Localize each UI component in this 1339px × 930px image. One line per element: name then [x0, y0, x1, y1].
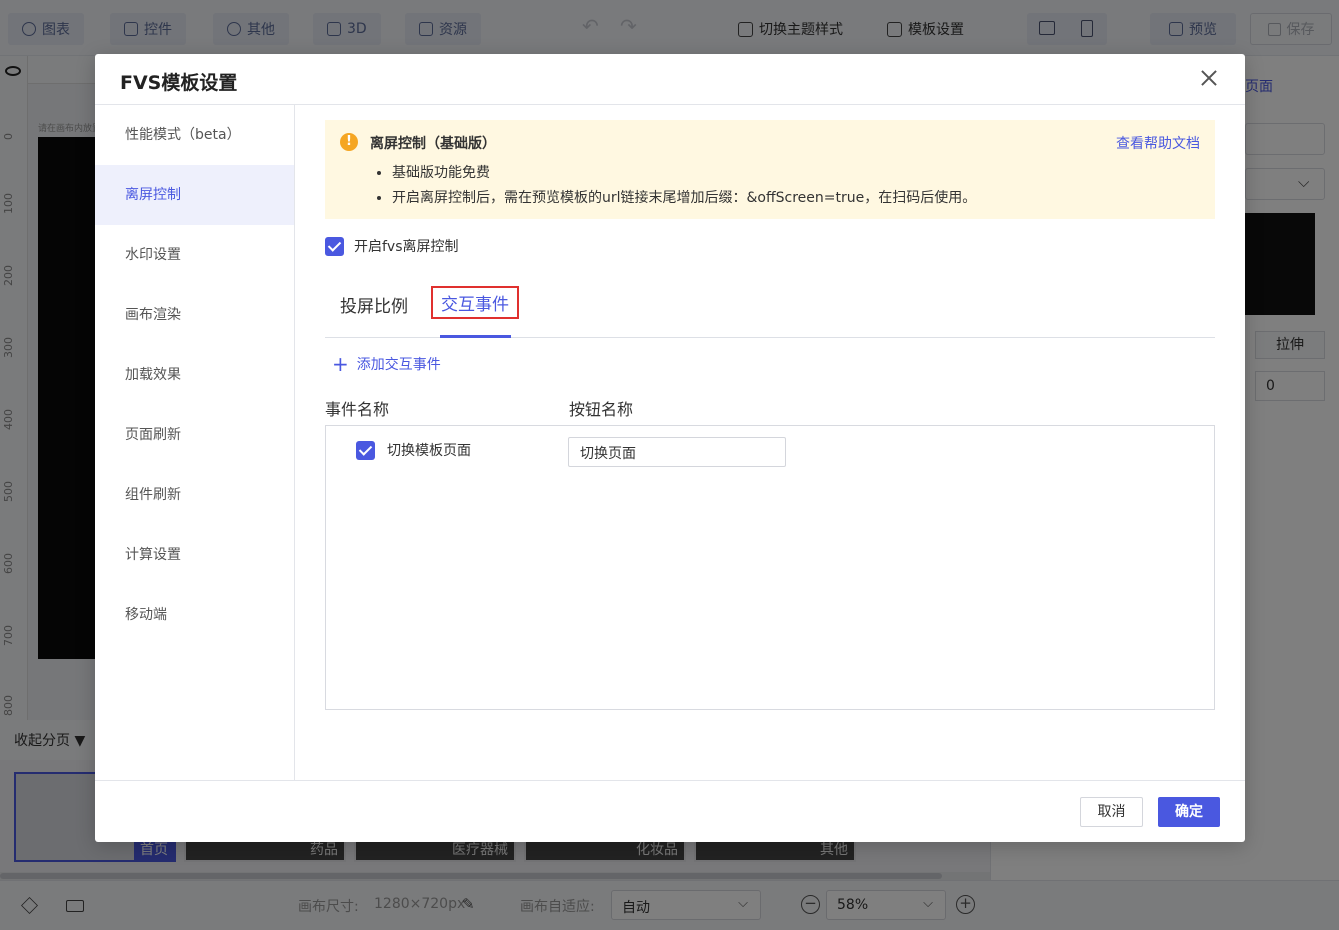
- settings-nav: 性能模式（beta） 离屏控制 水印设置 画布渲染 加载效果 页面刷新 组件刷新…: [95, 105, 295, 781]
- notice-banner: ! 离屏控制（基础版） 查看帮助文档 基础版功能免费 开启离屏控制后，需在预览模…: [325, 120, 1215, 219]
- tab-bar: 投屏比例 交互事件: [325, 280, 1215, 338]
- enable-offscreen-checkbox[interactable]: 开启fvs离屏控制: [325, 236, 459, 256]
- nav-item-watermark[interactable]: 水印设置: [95, 225, 294, 285]
- tab-interaction-events[interactable]: 交互事件: [431, 286, 519, 319]
- nav-item-widget-refresh[interactable]: 组件刷新: [95, 465, 294, 525]
- nav-item-compute[interactable]: 计算设置: [95, 525, 294, 585]
- notice-title: 离屏控制（基础版）: [370, 136, 496, 152]
- fvs-template-settings-dialog: FVS模板设置 性能模式（beta） 离屏控制 水印设置 画布渲染 加载效果 页…: [95, 54, 1245, 842]
- event-table: 切换模板页面 切换页面: [325, 425, 1215, 710]
- enable-offscreen-label: 开启fvs离屏控制: [354, 239, 459, 255]
- column-header-event-name: 事件名称: [325, 400, 390, 419]
- close-icon[interactable]: [1199, 68, 1219, 88]
- nav-item-performance[interactable]: 性能模式（beta）: [95, 105, 294, 165]
- notice-list: 基础版功能免费 开启离屏控制后，需在预览模板的url链接末尾增加后缀：&offS…: [392, 163, 976, 213]
- event-row-checkbox[interactable]: 切换模板页面: [356, 440, 471, 460]
- notice-item: 开启离屏控制后，需在预览模板的url链接末尾增加后缀：&offScreen=tr…: [392, 188, 976, 213]
- plus-icon: +: [332, 352, 349, 376]
- nav-item-loading[interactable]: 加载效果: [95, 345, 294, 405]
- notice-item: 基础版功能免费: [392, 163, 976, 188]
- button-name-input[interactable]: 切换页面: [568, 437, 786, 467]
- add-event-label: 添加交互事件: [356, 357, 441, 373]
- confirm-button[interactable]: 确定: [1158, 797, 1220, 827]
- dialog-title: FVS模板设置: [120, 72, 238, 94]
- checkbox-checked-icon[interactable]: [325, 236, 344, 256]
- nav-item-mobile[interactable]: 移动端: [95, 585, 294, 645]
- active-tab-indicator: [440, 335, 511, 338]
- nav-item-offscreen[interactable]: 离屏控制: [95, 165, 294, 225]
- event-name: 切换模板页面: [387, 443, 471, 459]
- add-interaction-event-button[interactable]: + 添加交互事件: [332, 354, 441, 374]
- tab-screen-ratio[interactable]: 投屏比例: [340, 292, 408, 317]
- cancel-button[interactable]: 取消: [1080, 797, 1143, 827]
- column-header-button-name: 按钮名称: [569, 400, 634, 419]
- warning-icon: !: [340, 133, 358, 151]
- help-doc-link[interactable]: 查看帮助文档: [1116, 133, 1200, 153]
- checkbox-checked-icon[interactable]: [356, 440, 375, 460]
- divider: [95, 780, 1245, 781]
- nav-item-canvas-render[interactable]: 画布渲染: [95, 285, 294, 345]
- nav-item-page-refresh[interactable]: 页面刷新: [95, 405, 294, 465]
